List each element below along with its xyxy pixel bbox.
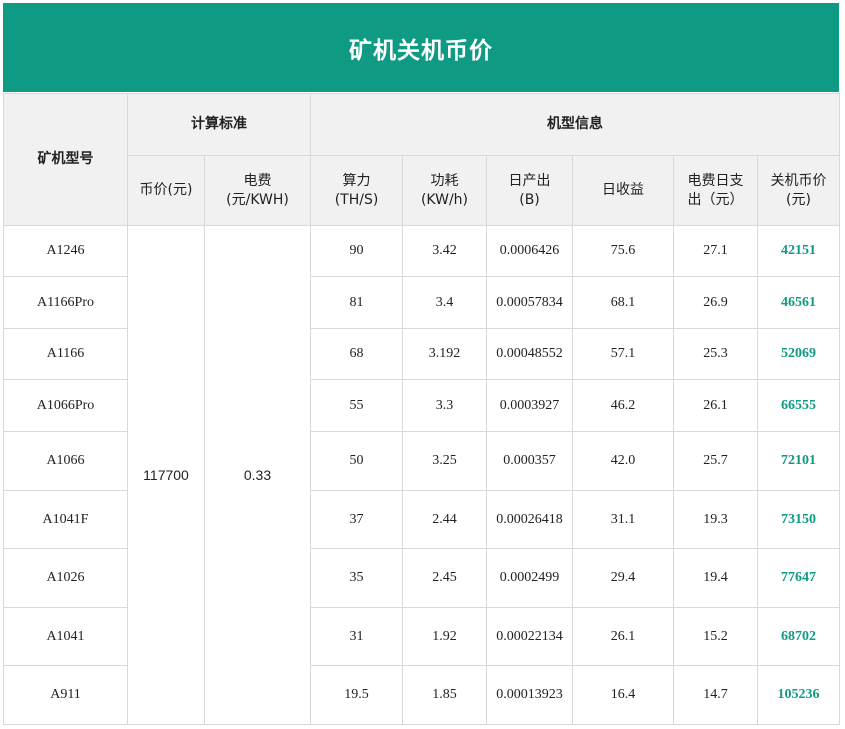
- model-cell: A1166: [3, 328, 128, 380]
- table-row: A1246 117700 0.33 90 3.42 0.0006426 75.6 27.1 42…: [3, 225, 840, 725]
- shutdown-price-cell: 52069: [757, 328, 840, 380]
- header-power: 功耗 (KW/h): [402, 155, 487, 226]
- hashrate-cell: 55: [310, 379, 403, 432]
- header-daily-elec-unit: 出（元）: [687, 191, 744, 208]
- daily-elec-cell: 26.1: [673, 379, 758, 432]
- hashrate-cell: 50: [310, 431, 403, 491]
- daily-output-cell: 0.00013923: [486, 665, 573, 725]
- shutdown-price-cell: 68702: [757, 607, 840, 666]
- model-cell: A1066Pro: [3, 379, 128, 432]
- hashrate-cell: 35: [310, 548, 403, 608]
- daily-income-cell: 26.1: [572, 607, 674, 666]
- daily-elec-cell: 25.7: [673, 431, 758, 491]
- shutdown-price-cell: 73150: [757, 490, 840, 549]
- daily-elec-cell: 26.9: [673, 276, 758, 329]
- daily-output-cell: 0.00022134: [486, 607, 573, 666]
- power-cell: 1.85: [402, 665, 487, 725]
- shutdown-price-cell: 66555: [757, 379, 840, 432]
- power-cell: 3.3: [402, 379, 487, 432]
- header-hashrate: 算力 (TH/S): [310, 155, 403, 226]
- power-cell: 3.192: [402, 328, 487, 380]
- power-cell: 3.4: [402, 276, 487, 329]
- daily-income-cell: 16.4: [572, 665, 674, 725]
- model-cell: A911: [3, 665, 128, 725]
- header-row-2: 币价(元) 电费 (元/KWH) 算力 (TH/S) 功耗 (KW/h) 日产出 (B)…: [4, 155, 840, 226]
- hashrate-cell: 19.5: [310, 665, 403, 725]
- daily-elec-cell: 19.4: [673, 548, 758, 608]
- daily-income-cell: 31.1: [572, 490, 674, 549]
- model-cell: A1026: [3, 548, 128, 608]
- header-shutdown-price: 关机币价 (元): [757, 155, 840, 226]
- header-daily-elec-label: 电费日支: [687, 172, 744, 189]
- daily-elec-cell: 25.3: [673, 328, 758, 380]
- power-cell: 3.42: [402, 225, 487, 277]
- header-model: 矿机型号: [3, 93, 128, 226]
- daily-income-cell: 57.1: [572, 328, 674, 380]
- header-coin-price-label: 币价(元): [139, 182, 193, 198]
- header-power-unit: (KW/h): [420, 191, 469, 208]
- daily-output-cell: 0.00057834: [486, 276, 573, 329]
- shutdown-price-cell: 46561: [757, 276, 840, 329]
- shutdown-price-cell: 105236: [757, 665, 840, 725]
- daily-elec-cell: 19.3: [673, 490, 758, 549]
- daily-output-cell: 0.0003927: [486, 379, 573, 432]
- model-cell: A1066: [3, 431, 128, 491]
- daily-income-cell: 68.1: [572, 276, 674, 329]
- daily-income-cell: 29.4: [572, 548, 674, 608]
- header-elec-price-label: 电费: [243, 172, 272, 189]
- daily-income-cell: 75.6: [572, 225, 674, 277]
- shutdown-price-table: 矿机型号 计算标准 机型信息 币价(元) 电费 (元/KWH) 算力 (TH/S) …: [3, 93, 840, 725]
- page-title: 矿机关机币价: [3, 3, 839, 92]
- header-daily-income: 日收益: [572, 155, 674, 226]
- header-coin-price: 币价(元): [127, 155, 205, 226]
- model-cell: A1166Pro: [3, 276, 128, 329]
- daily-output-cell: 0.000357: [486, 431, 573, 491]
- header-calc-standard: 计算标准: [127, 93, 311, 156]
- shutdown-price-cell: 77647: [757, 548, 840, 608]
- hashrate-cell: 81: [310, 276, 403, 329]
- header-daily-output-unit: (B): [519, 191, 540, 208]
- header-hashrate-label: 算力: [342, 172, 371, 189]
- table-body: A1246 117700 0.33 90 3.42 0.0006426 75.6 27.1 42…: [3, 225, 840, 725]
- header-shutdown-price-label: 关机币价: [770, 172, 827, 189]
- coin-price-cell: 117700: [127, 225, 205, 725]
- hashrate-cell: 68: [310, 328, 403, 380]
- power-cell: 1.92: [402, 607, 487, 666]
- header-daily-elec: 电费日支出（元）: [673, 155, 758, 226]
- hashrate-cell: 90: [310, 225, 403, 277]
- shutdown-price-cell: 42151: [757, 225, 840, 277]
- daily-income-cell: 42.0: [572, 431, 674, 491]
- power-cell: 3.25: [402, 431, 487, 491]
- shutdown-price-cell: 72101: [757, 431, 840, 491]
- header-model-info: 机型信息: [310, 93, 840, 156]
- hashrate-cell: 31: [310, 607, 403, 666]
- header-elec-price: 电费 (元/KWH): [204, 155, 311, 226]
- header-shutdown-price-unit: (元): [786, 191, 811, 208]
- header-daily-output-label: 日产出: [508, 172, 551, 189]
- daily-elec-cell: 27.1: [673, 225, 758, 277]
- header-hashrate-unit: (TH/S): [334, 191, 379, 208]
- header-power-label: 功耗: [430, 172, 459, 189]
- daily-output-cell: 0.0002499: [486, 548, 573, 608]
- daily-income-cell: 46.2: [572, 379, 674, 432]
- daily-output-cell: 0.0006426: [486, 225, 573, 277]
- daily-output-cell: 0.00048552: [486, 328, 573, 380]
- elec-price-cell: 0.33: [204, 225, 311, 725]
- power-cell: 2.45: [402, 548, 487, 608]
- model-cell: A1246: [3, 225, 128, 277]
- daily-elec-cell: 15.2: [673, 607, 758, 666]
- model-cell: A1041F: [3, 490, 128, 549]
- daily-output-cell: 0.00026418: [486, 490, 573, 549]
- header-daily-output: 日产出 (B): [486, 155, 573, 226]
- header-elec-price-unit: (元/KWH): [226, 191, 289, 208]
- hashrate-cell: 37: [310, 490, 403, 549]
- daily-elec-cell: 14.7: [673, 665, 758, 725]
- model-cell: A1041: [3, 607, 128, 666]
- header-row-1: 矿机型号 计算标准 机型信息: [3, 93, 840, 226]
- power-cell: 2.44: [402, 490, 487, 549]
